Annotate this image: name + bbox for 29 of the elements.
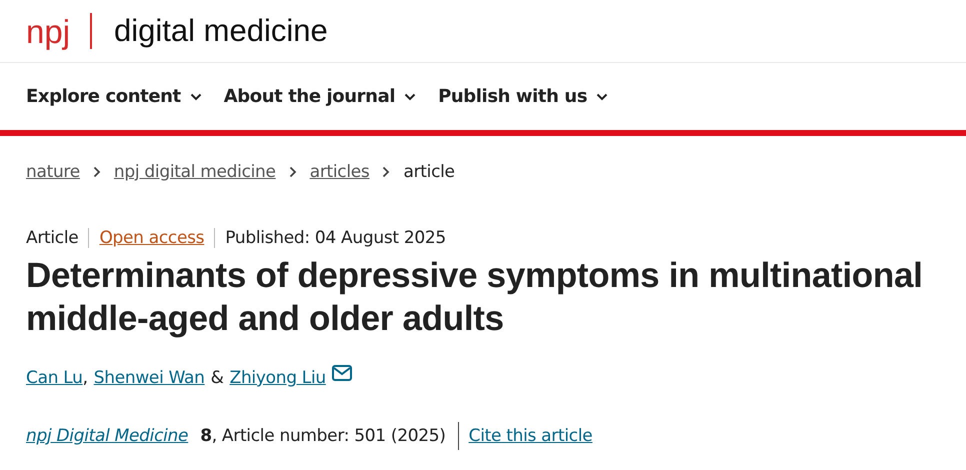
chevron-down-icon <box>190 92 202 100</box>
author-link[interactable]: Can Lu <box>26 368 83 388</box>
journal-link[interactable]: npj Digital Medicine <box>26 426 188 446</box>
article-type: Article <box>26 228 80 248</box>
nav-menu-button[interactable]: About the journal <box>224 86 416 107</box>
chevron-down-icon <box>596 92 608 100</box>
nav-menu-button[interactable]: Explore content <box>26 86 202 107</box>
open-access-link[interactable]: Open access <box>88 228 214 248</box>
chevron-right-icon <box>92 166 101 178</box>
email-icon[interactable] <box>332 365 352 381</box>
nav-menu-button[interactable]: Publish with us <box>438 86 608 107</box>
breadcrumb-link[interactable]: nature <box>26 162 80 182</box>
published-date: Published: 04 August 2025 <box>214 228 456 248</box>
author-link[interactable]: Zhiyong Liu <box>230 368 328 388</box>
author-separator: & <box>210 368 224 388</box>
chevron-right-icon <box>288 166 297 178</box>
logo-divider <box>90 13 92 49</box>
chevron-down-icon <box>404 92 416 100</box>
citation-details: 8, Article number: 501 (2025) <box>200 422 459 450</box>
chevron-right-icon <box>382 166 390 178</box>
author-link[interactable]: Shenwei Wan <box>94 368 205 388</box>
cite-article-link[interactable]: Cite this article <box>468 426 592 446</box>
author-separator: , <box>82 368 88 388</box>
breadcrumb-current: article <box>403 162 455 182</box>
breadcrumb-link[interactable]: npj digital medicine <box>114 162 276 182</box>
breadcrumb-link[interactable]: articles <box>310 162 370 182</box>
journal-name: digital medicine <box>114 13 328 49</box>
logo-link[interactable]: npj <box>26 14 70 48</box>
article-title: Determinants of depressive symptoms in multinational middle-aged and older adults <box>26 255 924 340</box>
